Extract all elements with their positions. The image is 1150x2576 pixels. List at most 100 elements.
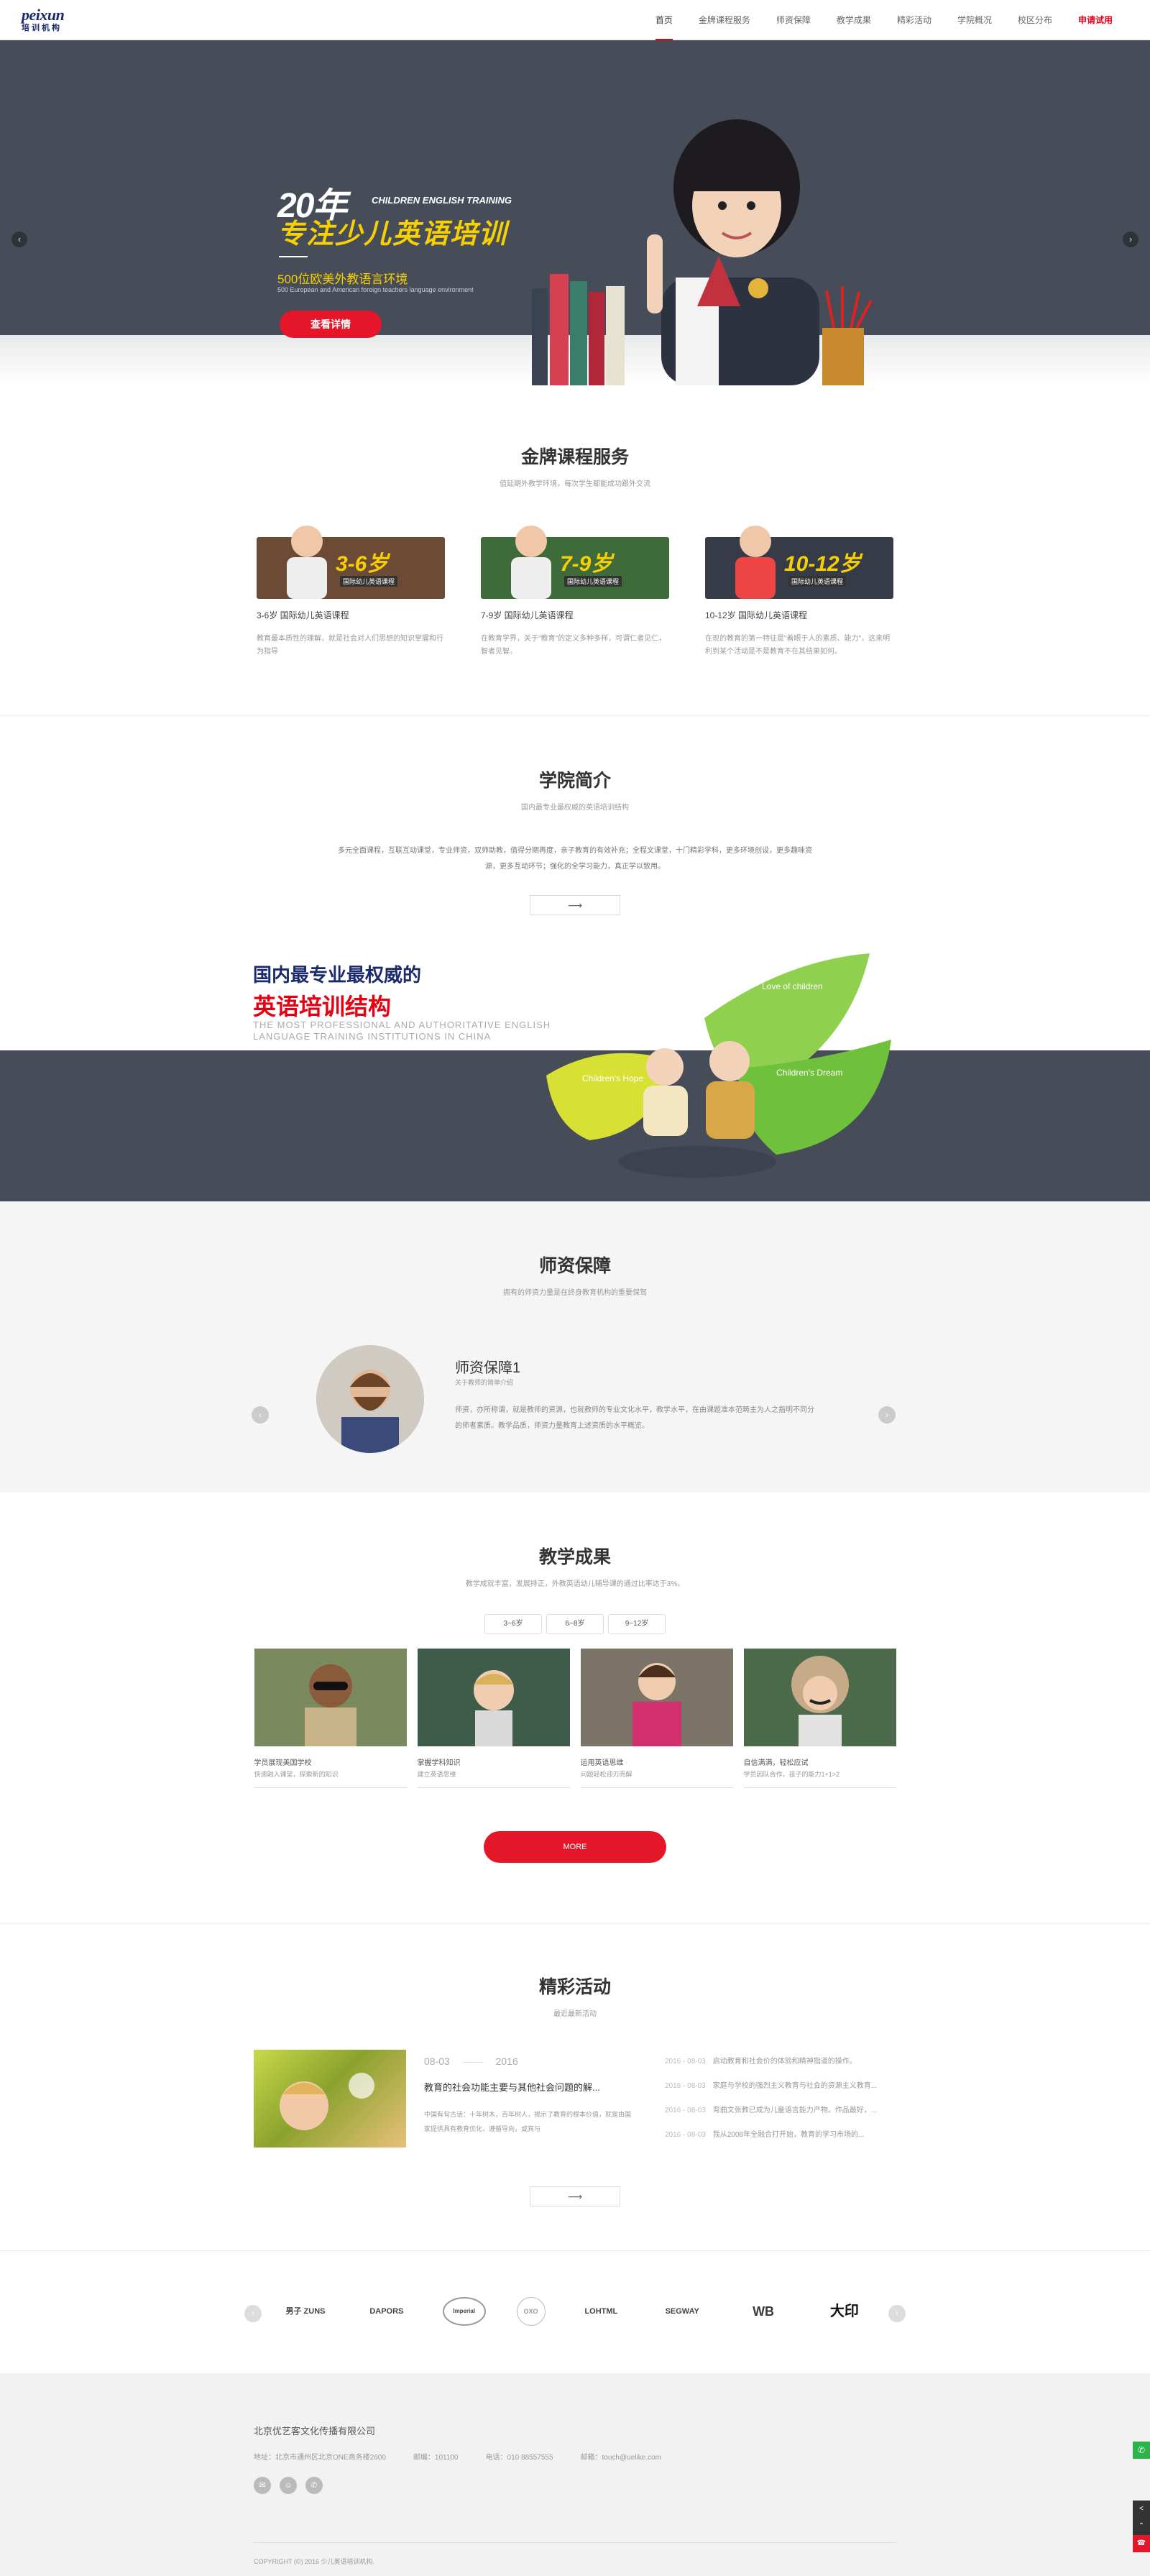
event-list-item[interactable]: 2016 - 08-03 我从2008年全融合打开始，教育的学习市场的... [665,2123,895,2148]
site-footer: 北京优艺客文化传播有限公司 地址：北京市通州区北京ONE商务楼2600 邮编：1… [0,2373,1150,2576]
leaf-text-love: Love of children [762,981,823,991]
events-section: 精彩活动 最近最新活动 08-03 —— 2016 教育的社会功能主要与其他社会… [0,1924,1150,2251]
leaf-text-hope: Children's Hope [582,1073,643,1083]
partner-logo[interactable]: 大印 [819,2297,870,2326]
course-card[interactable]: 10-12岁 国际幼儿英语课程 10-12岁 国际幼儿英语课程 在现的教育的第一… [705,526,893,659]
banner-next-arrow-icon[interactable]: › [1123,232,1138,247]
event-list-date: 2016 - 08-03 [665,2082,706,2090]
nav-results[interactable]: 教学成果 [824,0,884,40]
event-featured-photo [280,2073,374,2130]
teachers-next-icon[interactable]: › [878,1406,896,1424]
partner-logo[interactable]: DAPORS [362,2297,412,2326]
promo-heading-red: 英语培训结构 [253,994,392,1019]
teacher-desc: 师资，亦所称谓，就是教师的资源，也就教师的专业文化水平，教学水平，在由课题准本范… [455,1406,814,1430]
event-featured-day: 08-03 [424,2055,450,2067]
teachers-prev-icon[interactable]: ‹ [252,1406,269,1424]
result-caption-sub: 快速融入课堂，探索新的知识 [254,1769,407,1788]
footer-phone: 电话：010 88557555 [485,2454,553,2462]
events-title: 精彩活动 [538,1977,611,1997]
nav-courses[interactable]: 金牌课程服务 [686,0,763,40]
banner-prev-arrow-icon[interactable]: ‹ [12,232,27,247]
result-caption-sub: 建立英语思维 [417,1769,570,1788]
course-card[interactable]: 3-6岁 国际幼儿英语课程 3-6岁 国际幼儿英语课程 教育最本质性的理解，就是… [257,526,445,659]
course-age-tag: 7-9岁 [560,552,613,576]
event-list-date: 2016 - 08-03 [665,2058,706,2066]
event-featured-year: 2016 [495,2055,518,2067]
partner-logo[interactable]: Imperial [442,2297,486,2326]
banner-divider [279,256,308,257]
banner-illustration [532,119,873,385]
course-list: 3-6岁 国际幼儿英语课程 3-6岁 国际幼儿英语课程 教育最本质性的理解，就是… [0,526,1150,659]
course-card[interactable]: 7-9岁 国际幼儿英语课程 7-9岁 国际幼儿英语课程 在教育学界，关于"教育"… [481,526,669,659]
qq-icon[interactable]: ☺ [280,2477,297,2494]
result-item[interactable]: 运用英语思维 问题轻松迎刃而解 [580,1649,733,1788]
result-photo-art [632,1663,681,1746]
partners-prev-icon[interactable]: ‹ [244,2305,262,2322]
banner-subtitle: 500位欧美外教语言环境 [277,272,408,286]
footer-email[interactable]: 邮箱：touch@uelike.com [581,2451,661,2462]
partner-logo[interactable]: OXO [516,2297,546,2326]
wechat-icon[interactable]: ✆ [305,2477,323,2494]
logo-main-text: peixun [22,6,65,24]
event-date-dash: —— [462,2055,483,2067]
tab-6-8[interactable]: 6~8岁 [546,1614,604,1634]
course-tag-sub: 国际幼儿英语课程 [564,576,622,587]
side-phone-icon[interactable]: ☎ [1133,2535,1150,2552]
courses-title: 金牌课程服务 [520,447,629,467]
footer-address: 地址：北京市通州区北京ONE商务楼2600 [254,2454,386,2462]
result-item[interactable]: 学员展现美国学校 快速融入课堂，探索新的知识 [254,1649,407,1788]
side-top-icon[interactable]: ⌃ [1133,2518,1150,2535]
event-featured-title[interactable]: 教育的社会功能主要与其他社会问题的解... [424,2080,632,2094]
nav-apply-trial[interactable]: 申请试用 [1065,0,1126,40]
result-photo [743,1649,896,1746]
nav-teachers[interactable]: 师资保障 [763,0,824,40]
course-name: 7-9岁 国际幼儿英语课程 [481,610,574,620]
tab-9-12[interactable]: 9~12岁 [608,1614,666,1634]
partner-logo[interactable]: WB [738,2297,788,2326]
weibo-icon[interactable]: ✉ [254,2477,271,2494]
event-featured[interactable]: 08-03 —— 2016 教育的社会功能主要与其他社会问题的解... 中国有句… [254,2050,635,2150]
result-caption: 学员展现美国学校 [254,1759,312,1767]
intro-more-button[interactable]: ⟶ [530,895,620,915]
nav-campus[interactable]: 校区分布 [1005,0,1065,40]
partner-logo[interactable]: LOHTML [576,2297,626,2326]
results-tabs: 3~6岁 6~8岁 9~12岁 [0,1614,1150,1634]
banner-detail-button[interactable]: 查看详情 [280,311,382,338]
footer-company: 北京优艺客文化传播有限公司 [254,2426,376,2437]
course-name: 3-6岁 国际幼儿英语课程 [257,610,349,620]
results-more-button[interactable]: MORE [484,1831,666,1863]
result-item[interactable]: 自信满满，轻松应试 学员因队合作，孩子的能力1+1>2 [743,1649,896,1788]
partner-logo[interactable]: 男子 ZUNS [280,2297,331,2326]
course-image: 7-9岁 国际幼儿英语课程 [481,526,669,599]
partners-next-icon[interactable]: › [888,2305,906,2322]
page: peixun 培训机构 首页 金牌课程服务 师资保障 教学成果 精彩活动 学院概… [0,0,1150,2576]
results-section: 教学成果 教学成就丰富，发展持正，外教英语幼儿辅导课的通过比率达于3%。 3~6… [0,1493,1150,1924]
promo-section: 国内最专业最权威的 英语培训结构 THE MOST PROFESSIONAL A… [0,946,1150,1201]
results-subtitle: 教学成就丰富，发展持正，外教英语幼儿辅导课的通过比率达于3%。 [465,1580,685,1588]
partner-logo[interactable]: SEGWAY [657,2297,707,2326]
course-tag-sub: 国际幼儿英语课程 [788,576,847,587]
event-list-text: 我从2008年全融合打开始，教育的学习市场的... [712,2131,865,2139]
event-featured-desc: 中国有句古话：十年树木，百年树人，揭示了教育的根本价值，就是由国家提供具有教育优… [424,2111,632,2132]
event-list-text: 弯曲文张教已成为儿童语言能力产物。作品最好，... [712,2107,878,2114]
course-desc: 在现的教育的第一特征是"着眼于人的素质、能力"，这来明利到某个活动是不是教育不在… [705,635,891,656]
nav-home[interactable]: 首页 [643,0,686,40]
event-list-text: 家庭与学校的强烈主义教育与社会的资源主义教育... [712,2082,878,2090]
promo-kids-illustration: Love of children Children's Hope Childre… [546,953,891,1178]
teacher-card[interactable]: 师资保障1 关于教师的简单介绍 师资，亦所称谓，就是教师的资源，也就教师的专业文… [316,1345,834,1453]
result-caption: 运用英语思维 [580,1759,624,1767]
banner-eng-tag: CHILDREN ENGLISH TRAINING [372,195,512,206]
side-wechat-icon[interactable]: ✆ [1133,2442,1150,2459]
nav-events[interactable]: 精彩活动 [884,0,944,40]
result-item[interactable]: 掌握学科知识 建立英语思维 [417,1649,570,1788]
side-share-icon[interactable]: < [1133,2501,1150,2518]
site-logo[interactable]: peixun 培训机构 [22,7,91,36]
nav-about[interactable]: 学院概况 [944,0,1005,40]
tab-3-6[interactable]: 3~6岁 [484,1614,542,1634]
event-list-text: 启动教育和社会价的体验和精神指道的操作。 [712,2058,857,2066]
event-list-item[interactable]: 2016 - 08-03 启动教育和社会价的体验和精神指道的操作。 [665,2050,895,2074]
event-list-item[interactable]: 2016 - 08-03 家庭与学校的强烈主义教育与社会的资源主义教育... [665,2074,895,2099]
teacher-name: 师资保障1 [455,1360,521,1376]
events-more-button[interactable]: ⟶ [530,2186,620,2206]
event-list-item[interactable]: 2016 - 08-03 弯曲文张教已成为儿童语言能力产物。作品最好，... [665,2099,895,2123]
